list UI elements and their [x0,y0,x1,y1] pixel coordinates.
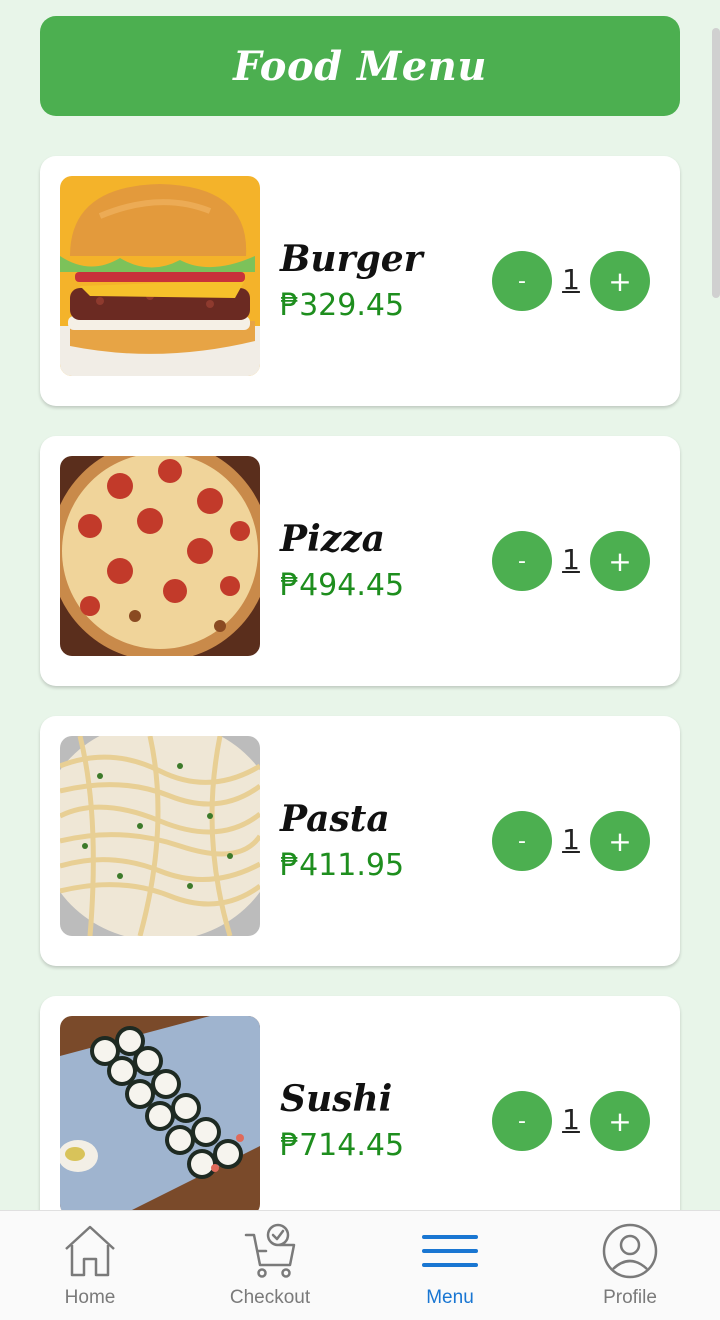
item-price: ₱329.45 [280,288,405,323]
quantity-stepper: - 1 + [492,531,652,591]
item-name: Sushi [280,1078,393,1120]
bottom-navigation: Home Checkout Menu Profile [0,1210,720,1320]
quantity-value: 1 [562,1103,580,1136]
nav-item-profile[interactable]: Profile [540,1211,720,1320]
menu-item-card: Burger ₱329.45 - 1 + [40,156,680,406]
page-title: Food Menu [233,42,487,90]
pasta-image [60,736,260,936]
home-icon [58,1219,122,1283]
quantity-value: 1 [562,543,580,576]
nav-item-checkout[interactable]: Checkout [180,1211,360,1320]
decrease-quantity-button[interactable]: - [492,811,552,871]
item-name: Burger [280,238,423,280]
quantity-stepper: - 1 + [492,811,652,871]
item-price: ₱714.45 [280,1128,405,1163]
menu-item-card: Pasta ₱411.95 - 1 + [40,716,680,966]
cart-check-icon [238,1219,302,1283]
pizza-image [60,456,260,656]
nav-label: Menu [426,1287,474,1308]
sushi-image [60,1016,260,1216]
page-header: Food Menu [40,16,680,116]
item-name: Pasta [280,798,390,840]
scrollbar[interactable] [712,28,720,298]
nav-item-menu[interactable]: Menu [360,1211,540,1320]
decrease-quantity-button[interactable]: - [492,251,552,311]
nav-label: Checkout [229,1287,311,1308]
item-price: ₱411.95 [280,848,405,883]
increase-quantity-button[interactable]: + [590,1091,650,1151]
increase-quantity-button[interactable]: + [590,531,650,591]
item-price: ₱494.45 [280,568,405,603]
increase-quantity-button[interactable]: + [590,811,650,871]
nav-item-home[interactable]: Home [0,1211,180,1320]
burger-image [60,176,260,376]
menu-item-card: Pizza ₱494.45 - 1 + [40,436,680,686]
item-name: Pizza [280,518,385,560]
nav-label: Home [64,1287,116,1308]
quantity-stepper: - 1 + [492,251,652,311]
quantity-value: 1 [562,263,580,296]
increase-quantity-button[interactable]: + [590,251,650,311]
quantity-stepper: - 1 + [492,1091,652,1151]
menu-icon [418,1219,482,1283]
nav-label: Profile [603,1287,657,1308]
menu-item-card: Sushi ₱714.45 - 1 + [40,996,680,1246]
quantity-value: 1 [562,823,580,856]
decrease-quantity-button[interactable]: - [492,531,552,591]
profile-icon [598,1219,662,1283]
decrease-quantity-button[interactable]: - [492,1091,552,1151]
